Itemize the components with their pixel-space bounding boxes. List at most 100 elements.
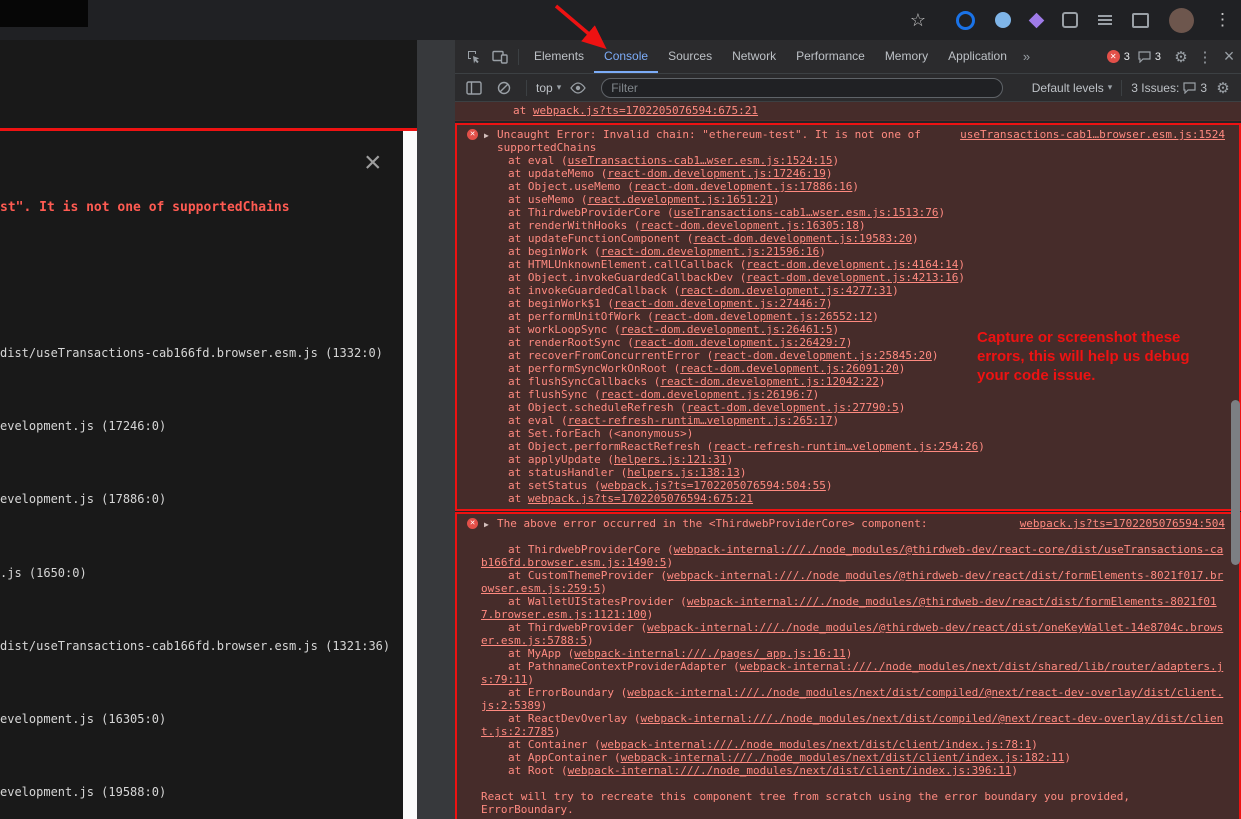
console-settings-icon[interactable]: ⚙: [1211, 75, 1235, 101]
stack-frame: at invokeGuardedCallback (react-dom.deve…: [457, 284, 1225, 297]
stack-frame: at eval (react-refresh-runtim…velopment.…: [457, 414, 1225, 427]
expand-caret-icon[interactable]: ▶: [484, 129, 489, 142]
stack-link[interactable]: webpack-internal:///./node_modules/next/…: [481, 712, 1223, 738]
stack-link[interactable]: webpack-internal:///./node_modules/next/…: [621, 751, 1065, 764]
stack-frame: at ThirdwebProviderCore (useTransactions…: [457, 206, 1225, 219]
stack-link[interactable]: react-dom.development.js:26461:5: [621, 323, 833, 336]
stack-link[interactable]: webpack.js?ts=1702205076594:504:55: [601, 479, 826, 492]
stack-link[interactable]: react-refresh-runtim…velopment.js:265:17: [568, 414, 833, 427]
error-source-link[interactable]: webpack.js?ts=1702205076594:504: [1020, 517, 1225, 530]
live-expression-eye-icon[interactable]: [565, 75, 591, 101]
devtools-close-icon[interactable]: ×: [1217, 44, 1241, 70]
stack-link[interactable]: webpack-internal:///./pages/_app.js:16:1…: [574, 647, 846, 660]
expand-caret-icon[interactable]: ▶: [484, 518, 489, 531]
filter-input[interactable]: [601, 78, 1003, 98]
page-scrollbar-gutter[interactable]: [417, 40, 455, 819]
stack-link[interactable]: webpack-internal:///./node_modules/@thir…: [481, 621, 1223, 647]
stack-frame: at ThirdwebProvider (webpack-internal://…: [457, 621, 1225, 647]
stack-link[interactable]: react-dom.development.js:12042:22: [660, 375, 879, 388]
stack-frame: at CustomThemeProvider (webpack-internal…: [457, 569, 1225, 595]
browser-actions: ☆⋮: [910, 0, 1231, 40]
stack-link[interactable]: useTransactions-cab1…wser.esm.js:1513:76: [674, 206, 939, 219]
devtools-settings-icon[interactable]: ⚙: [1169, 44, 1193, 70]
stack-link[interactable]: react-dom.development.js:16305:18: [640, 219, 859, 232]
tab-memory[interactable]: Memory: [875, 40, 938, 73]
stack-link[interactable]: react-dom.development.js:27790:5: [687, 401, 899, 414]
stack-link[interactable]: react-dom.development.js:4164:14: [746, 258, 958, 271]
side-panel-icon[interactable]: [1132, 13, 1149, 28]
clear-console-icon[interactable]: [491, 75, 517, 101]
stack-link[interactable]: react-dom.development.js:21596:16: [601, 245, 820, 258]
stack-link[interactable]: webpack-internal:///./node_modules/next/…: [568, 764, 1012, 777]
stack-link[interactable]: react-dom.development.js:26429:7: [634, 336, 846, 349]
stack-link[interactable]: react-dom.development.js:26552:12: [654, 310, 873, 323]
stack-link[interactable]: react-dom.development.js:19583:20: [693, 232, 912, 245]
browser-menu-icon[interactable]: ⋮: [1214, 10, 1231, 30]
extension-gem-icon[interactable]: [1029, 12, 1045, 28]
stack-link[interactable]: react-dom.development.js:26196:7: [601, 388, 813, 401]
stack-link[interactable]: react-refresh-runtim…velopment.js:254:26: [713, 440, 978, 453]
stack-link[interactable]: webpack-internal:///./node_modules/@thir…: [481, 595, 1217, 621]
inspect-element-icon[interactable]: [461, 44, 487, 70]
stack-link[interactable]: react-dom.development.js:27446:7: [614, 297, 826, 310]
message-bubble-icon: [1138, 51, 1151, 63]
reading-list-icon[interactable]: [1098, 19, 1112, 21]
stack-link[interactable]: useTransactions-cab1…wser.esm.js:1524:15: [568, 154, 833, 167]
stack-frame: at updateFunctionComponent (react-dom.de…: [457, 232, 1225, 245]
stack-frame: at performUnitOfWork (react-dom.developm…: [457, 310, 1225, 323]
console-scrollbar[interactable]: [1230, 100, 1241, 819]
device-toolbar-icon[interactable]: [487, 44, 513, 70]
stack-frame: at Set.forEach (<anonymous>): [457, 427, 1225, 440]
error-badge-count: 3: [1124, 51, 1130, 63]
console-sidebar-icon[interactable]: [461, 75, 487, 101]
more-tabs-icon[interactable]: »: [1017, 49, 1036, 64]
message-badge[interactable]: 3: [1138, 51, 1161, 63]
stack-link[interactable]: webpack-internal:///./node_modules/next/…: [481, 686, 1223, 712]
scrollbar-thumb[interactable]: [1231, 400, 1240, 565]
log-level-selector[interactable]: Default levels ▾: [1032, 81, 1113, 95]
stack-frame: at MyApp (webpack-internal:///./pages/_a…: [457, 647, 1225, 660]
extension-record-icon[interactable]: [956, 11, 975, 30]
stack-link[interactable]: react-dom.development.js:25845:20: [713, 349, 932, 362]
stack-link[interactable]: webpack-internal:///./node_modules/next/…: [481, 660, 1223, 686]
stack-link[interactable]: react-dom.development.js:17886:16: [634, 180, 853, 193]
issues-bubble-icon: [1183, 82, 1196, 94]
tab-network[interactable]: Network: [722, 40, 786, 73]
console-toolbar: top ▾ Default levels ▾ 3 Issues: 3: [455, 74, 1241, 102]
bookmark-star-icon[interactable]: ☆: [910, 10, 926, 31]
devtools-menu-icon[interactable]: ⋮: [1193, 44, 1217, 70]
stack-link[interactable]: webpack-internal:///./node_modules/next/…: [601, 738, 1031, 751]
issues-counter[interactable]: 3 Issues: 3: [1131, 81, 1207, 95]
stack-link[interactable]: react-dom.development.js:4277:31: [680, 284, 892, 297]
browser-tab[interactable]: [0, 0, 88, 27]
context-selector-label: top: [536, 81, 553, 95]
stack-link[interactable]: webpack-internal:///./node_modules/@thir…: [481, 569, 1223, 595]
extensions-puzzle-icon[interactable]: [1062, 12, 1078, 28]
stack-link[interactable]: webpack-internal:///./node_modules/@thir…: [481, 543, 1223, 569]
stack-frame: at Container (webpack-internal:///./node…: [457, 738, 1225, 751]
extension-wallet-icon[interactable]: [995, 12, 1011, 28]
tab-application[interactable]: Application: [938, 40, 1017, 73]
stack-frame: at setStatus (webpack.js?ts=170220507659…: [457, 479, 1225, 492]
issues-label: 3 Issues:: [1131, 81, 1179, 95]
stack-link[interactable]: react-dom.development.js:26091:20: [680, 362, 899, 375]
error-badge[interactable]: ✕ 3: [1107, 50, 1130, 63]
stack-link[interactable]: helpers.js:121:31: [614, 453, 727, 466]
stack-link[interactable]: react.development.js:1651:21: [587, 193, 772, 206]
stack-fragment: evelopment.js (17246:0): [0, 419, 166, 433]
stack-frame: at WalletUIStatesProvider (webpack-inter…: [457, 595, 1225, 621]
tab-performance[interactable]: Performance: [786, 40, 875, 73]
tab-sources[interactable]: Sources: [658, 40, 722, 73]
blank-line: [457, 530, 1225, 543]
error-source-link[interactable]: useTransactions-cab1…browser.esm.js:1524: [960, 128, 1225, 141]
stack-link[interactable]: webpack.js?ts=1702205076594:675:21: [533, 104, 758, 117]
stack-link[interactable]: react-dom.development.js:4213:16: [746, 271, 958, 284]
context-selector[interactable]: top ▾: [536, 81, 561, 95]
console-error-2: webpack.js?ts=1702205076594:504✕▶The abo…: [455, 512, 1241, 819]
stack-link[interactable]: helpers.js:138:13: [627, 466, 740, 479]
stack-frame: at Object.useMemo (react-dom.development…: [457, 180, 1225, 193]
stack-link[interactable]: react-dom.development.js:17246:19: [607, 167, 826, 180]
error-message-line: useTransactions-cab1…browser.esm.js:1524…: [457, 128, 1225, 154]
stack-link[interactable]: webpack.js?ts=1702205076594:675:21: [528, 492, 753, 505]
profile-avatar[interactable]: [1169, 8, 1194, 33]
